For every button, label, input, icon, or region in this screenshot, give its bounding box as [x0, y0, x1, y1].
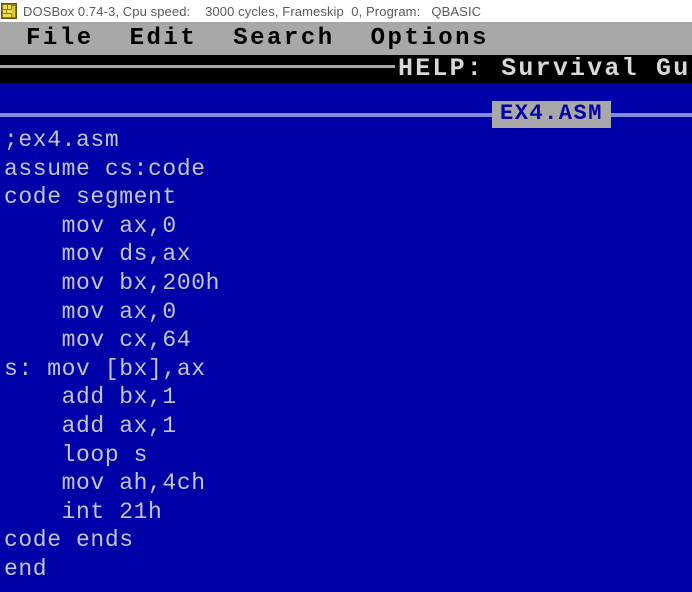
code-line: ;ex4.asm	[4, 127, 120, 153]
help-survival-guide-label[interactable]: HELP: Survival Guide	[398, 55, 692, 83]
code-line: s: mov [bx],ax	[4, 355, 206, 382]
editor-window: EX4.ASM ;ex4.asm assume cs:code code seg…	[0, 83, 692, 592]
window-titlebar: DOSBox 0.74-3, Cpu speed: 3000 cycles, F…	[0, 0, 692, 22]
dosbox-app-icon	[1, 3, 17, 19]
code-line: mov ds,ax	[4, 241, 192, 268]
code-line: end	[4, 555, 48, 582]
code-line: code ends	[4, 527, 134, 554]
code-line: add ax,1	[4, 412, 177, 439]
code-editor-text[interactable]: ;ex4.asm assume cs:code code segment mov…	[0, 126, 692, 584]
code-line: loop s	[4, 441, 149, 468]
code-line: mov bx,200h	[4, 269, 221, 296]
code-line: assume cs:code	[4, 155, 206, 182]
code-line: mov ax,0	[4, 298, 177, 325]
menu-item-edit[interactable]: Edit	[130, 26, 198, 51]
editor-window-title[interactable]: EX4.ASM	[492, 101, 611, 128]
code-line: int 21h	[4, 498, 163, 525]
qbasic-menubar: File Edit Search Options	[0, 22, 692, 55]
code-line: mov ax,0	[4, 212, 177, 239]
menu-item-search[interactable]: Search	[233, 26, 334, 51]
help-bar: HELP: Survival Guide	[0, 55, 692, 83]
code-line: mov ah,4ch	[4, 470, 206, 497]
menu-item-file[interactable]: File	[26, 26, 94, 51]
menu-item-options[interactable]: Options	[371, 26, 489, 51]
code-line: code segment	[4, 184, 177, 211]
code-line: add bx,1	[4, 384, 177, 411]
dos-screen: File Edit Search Options HELP: Survival …	[0, 22, 692, 592]
help-bar-divider	[0, 65, 395, 68]
dosbox-window: DOSBox 0.74-3, Cpu speed: 3000 cycles, F…	[0, 0, 692, 592]
code-line: mov cx,64	[4, 327, 192, 354]
window-title-text: DOSBox 0.74-3, Cpu speed: 3000 cycles, F…	[23, 3, 482, 19]
